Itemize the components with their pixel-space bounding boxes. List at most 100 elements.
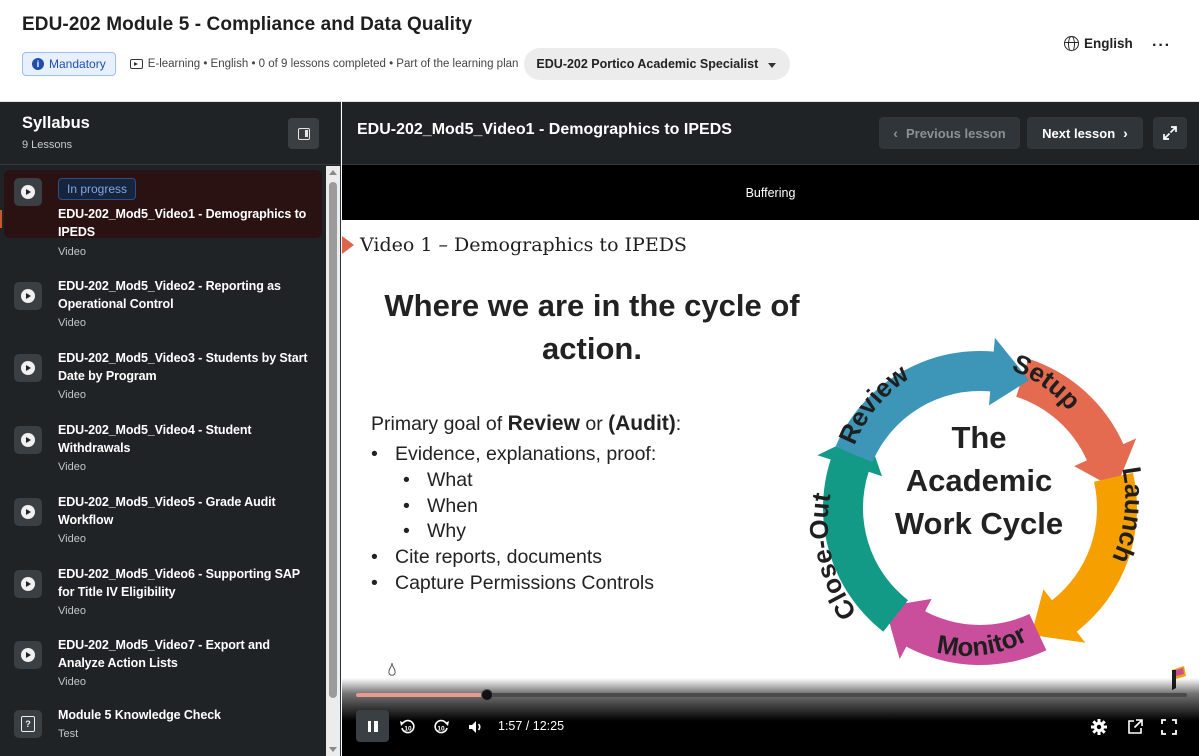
volume-icon[interactable] bbox=[467, 718, 485, 736]
lesson-item-video7[interactable]: EDU-202_Mod5_Video7 - Export and Analyze… bbox=[4, 633, 322, 701]
collapse-sidebar-button[interactable] bbox=[288, 118, 319, 149]
learning-plan-dropdown[interactable]: EDU-202 Portico Academic Specialist bbox=[524, 48, 791, 80]
sub-bullet-item: What bbox=[371, 468, 656, 494]
sub-bullet-item: Why bbox=[371, 519, 656, 545]
fullscreen-icon[interactable] bbox=[1160, 718, 1178, 736]
cycle-center-line2: Academic bbox=[905, 463, 1053, 498]
settings-icon[interactable] bbox=[1090, 718, 1108, 736]
lesson-item-video4[interactable]: EDU-202_Mod5_Video4 - Student Withdrawal… bbox=[4, 418, 322, 486]
course-meta: E-learning • English • 0 of 9 lessons co… bbox=[129, 58, 518, 70]
lesson-title: EDU-202_Mod5_Video4 - Student Withdrawal… bbox=[58, 423, 252, 455]
forward-10-icon[interactable]: 10 bbox=[432, 718, 450, 736]
test-icon: ? bbox=[21, 716, 35, 732]
lesson-title: EDU-202_Mod5_Video5 - Grade Audit Workfl… bbox=[58, 495, 276, 527]
play-icon bbox=[21, 648, 35, 662]
more-options-button[interactable]: ··· bbox=[1152, 38, 1171, 54]
lesson-list: In progress EDU-202_Mod5_Video1 - Demogr… bbox=[0, 166, 326, 756]
bullet-item: Cite reports, documents bbox=[371, 545, 656, 571]
cycle-center-line1: The bbox=[951, 420, 1007, 455]
lesson-type-icon bbox=[14, 178, 42, 206]
lesson-item-video5[interactable]: EDU-202_Mod5_Video5 - Grade Audit Workfl… bbox=[4, 490, 322, 558]
progress-scrubber[interactable] bbox=[481, 689, 494, 701]
lesson-heading: EDU-202_Mod5_Video1 - Demographics to IP… bbox=[357, 121, 732, 138]
slide-headline-line1: Where we are in the cycle of bbox=[384, 288, 800, 323]
lesson-type-icon bbox=[14, 570, 42, 598]
sidebar-scrollbar[interactable] bbox=[326, 166, 340, 756]
lesson-type-icon bbox=[14, 641, 42, 669]
course-title: EDU-202 Module 5 - Compliance and Data Q… bbox=[22, 14, 473, 35]
goal-audit: (Audit) bbox=[608, 412, 676, 435]
chevron-right-icon: › bbox=[1123, 125, 1128, 141]
goal-colon: : bbox=[675, 413, 682, 435]
buffering-status: Buffering bbox=[342, 165, 1199, 220]
goal-review: Review bbox=[507, 412, 580, 435]
play-icon bbox=[21, 289, 35, 303]
scroll-down-arrow[interactable] bbox=[329, 747, 337, 752]
playback-time: 1:57 / 12:25 bbox=[498, 719, 565, 733]
scroll-up-arrow[interactable] bbox=[329, 170, 337, 175]
chevron-down-icon bbox=[768, 62, 777, 68]
lesson-type: Video bbox=[58, 676, 86, 688]
video-player[interactable]: Buffering Video 1 – Demographics to IPED… bbox=[342, 165, 1199, 756]
goal-prefix: Primary goal of bbox=[371, 413, 508, 435]
cycle-center-line3: Work Cycle bbox=[894, 506, 1064, 541]
lesson-title: EDU-202_Mod5_Video7 - Export and Analyze… bbox=[58, 638, 270, 670]
previous-lesson-button[interactable]: ‹ Previous lesson bbox=[879, 117, 1020, 149]
slide-bullets: Evidence, explanations, proof: What When… bbox=[371, 442, 656, 597]
elearning-icon bbox=[129, 59, 143, 69]
lesson-item-video6[interactable]: EDU-202_Mod5_Video6 - Supporting SAP for… bbox=[4, 562, 322, 630]
rewind-10-icon[interactable]: 10 bbox=[399, 718, 417, 736]
pause-icon bbox=[367, 720, 371, 732]
play-icon bbox=[21, 361, 35, 375]
bullet-item: Capture Permissions Controls bbox=[371, 571, 656, 597]
language-label: English bbox=[1084, 36, 1133, 51]
lesson-item-video1[interactable]: In progress EDU-202_Mod5_Video1 - Demogr… bbox=[0, 170, 322, 258]
lesson-title: Module 5 Knowledge Check bbox=[58, 708, 221, 722]
chevron-left-icon: ‹ bbox=[893, 125, 898, 141]
scrollbar-thumb[interactable] bbox=[329, 182, 337, 698]
expand-button[interactable] bbox=[1153, 117, 1187, 149]
svg-text:10: 10 bbox=[437, 726, 445, 733]
slide-headline: Where we are in the cycle of action. bbox=[352, 284, 832, 370]
lesson-title: EDU-202_Mod5_Video6 - Supporting SAP for… bbox=[58, 567, 300, 599]
lesson-type-icon bbox=[14, 282, 42, 310]
lesson-title: EDU-202_Mod5_Video2 - Reporting as Opera… bbox=[58, 279, 281, 311]
play-icon bbox=[21, 185, 35, 199]
bullet-item: Evidence, explanations, proof: bbox=[371, 442, 656, 468]
syllabus-header: Syllabus 9 Lessons bbox=[0, 102, 341, 165]
lesson-title: EDU-202_Mod5_Video3 - Students by Start … bbox=[58, 351, 308, 383]
mandatory-badge: i Mandatory bbox=[22, 52, 116, 76]
course-meta-row: i Mandatory E-learning • English • 0 of … bbox=[22, 48, 791, 80]
lesson-item-video3[interactable]: EDU-202_Mod5_Video3 - Students by Start … bbox=[4, 346, 322, 414]
learning-plan-label: EDU-202 Portico Academic Specialist bbox=[536, 57, 759, 71]
lesson-item-video2[interactable]: EDU-202_Mod5_Video2 - Reporting as Opera… bbox=[4, 274, 322, 342]
lesson-item-knowledge-check[interactable]: ? Module 5 Knowledge Check Test bbox=[4, 704, 322, 756]
course-header: EDU-202 Module 5 - Compliance and Data Q… bbox=[0, 0, 1199, 102]
lesson-title: EDU-202_Mod5_Video1 - Demographics to IP… bbox=[58, 207, 307, 239]
slide-subtitle: Video 1 – Demographics to IPEDS bbox=[360, 234, 687, 256]
slide-corner-mark bbox=[342, 236, 354, 254]
mandatory-label: Mandatory bbox=[49, 57, 106, 71]
collapse-sidebar-icon bbox=[297, 127, 310, 140]
slide-goal: Primary goal of Review or (Audit): bbox=[371, 412, 681, 436]
popout-icon[interactable] bbox=[1126, 718, 1144, 736]
lesson-type: Video bbox=[58, 389, 86, 401]
play-icon bbox=[21, 433, 35, 447]
lesson-type-icon bbox=[14, 354, 42, 382]
video-slide: Video 1 – Demographics to IPEDS Where we… bbox=[342, 220, 1199, 756]
language-button[interactable]: English bbox=[1064, 36, 1133, 51]
lesson-type: Video bbox=[58, 533, 86, 545]
lesson-type-icon: ? bbox=[14, 710, 42, 738]
player-controls: 10 10 1:57 / 12:25 bbox=[342, 678, 1199, 756]
lesson-toolbar: EDU-202_Mod5_Video1 - Demographics to IP… bbox=[342, 102, 1199, 165]
next-lesson-label: Next lesson bbox=[1042, 125, 1116, 141]
lesson-type: Video bbox=[58, 246, 86, 258]
cycle-center-title: The Academic Work Cycle bbox=[882, 416, 1076, 545]
lesson-type: Test bbox=[58, 728, 79, 740]
pause-button[interactable] bbox=[356, 710, 389, 742]
sub-bullet-item: When bbox=[371, 494, 656, 520]
info-icon: i bbox=[32, 58, 44, 70]
play-icon bbox=[21, 577, 35, 591]
pause-icon bbox=[374, 720, 378, 732]
next-lesson-button[interactable]: Next lesson › bbox=[1027, 117, 1143, 149]
